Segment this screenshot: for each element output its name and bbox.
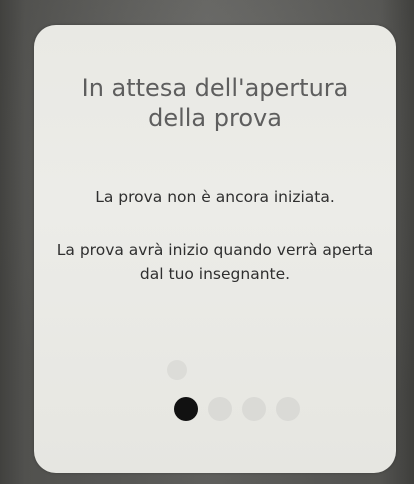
loading-indicator [167, 360, 187, 380]
test-start-info-message: La prova avrà inizio quando verrà aperta… [56, 241, 374, 283]
dialog-title: In attesa dell'apertura della prova [81, 74, 349, 132]
progress-dot [208, 397, 232, 421]
progress-dot-active [174, 397, 198, 421]
test-not-started-message: La prova non è ancora iniziata. [95, 188, 335, 206]
progress-dot [276, 397, 300, 421]
waiting-dialog: In attesa dell'apertura della prova La p… [34, 25, 396, 473]
progress-dot [242, 397, 266, 421]
